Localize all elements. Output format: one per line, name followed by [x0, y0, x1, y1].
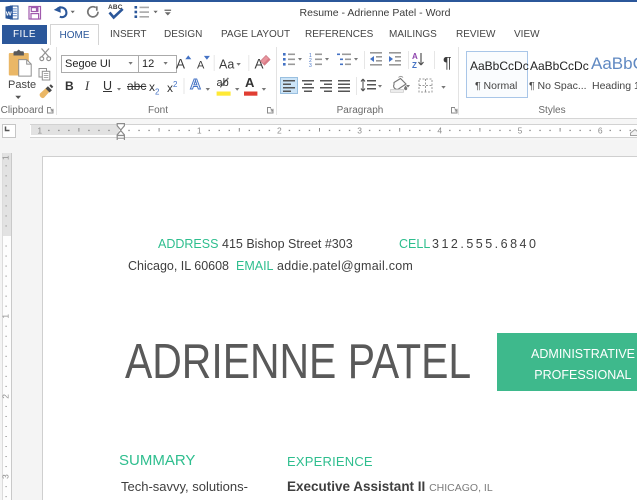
svg-text:A: A: [412, 52, 418, 61]
svg-text:3: 3: [1, 474, 11, 479]
svg-text:Z: Z: [412, 61, 417, 70]
svg-text:1: 1: [197, 126, 202, 136]
svg-text:¶: ¶: [443, 55, 452, 72]
svg-text:w: w: [5, 8, 12, 17]
svg-text:3: 3: [309, 63, 312, 69]
svg-text:6: 6: [598, 126, 603, 136]
svg-text:A: A: [197, 60, 205, 72]
svg-text:1: 1: [1, 314, 11, 319]
svg-text:4: 4: [437, 126, 442, 136]
svg-text:1: 1: [37, 126, 42, 136]
svg-text:5: 5: [518, 126, 523, 136]
svg-text:1: 1: [1, 155, 11, 160]
svg-text:2: 2: [1, 394, 11, 399]
svg-text:2: 2: [277, 126, 282, 136]
svg-text:3: 3: [357, 126, 362, 136]
svg-text:A: A: [255, 57, 264, 72]
svg-text:A: A: [176, 57, 185, 72]
svg-text:Aa: Aa: [219, 58, 234, 72]
